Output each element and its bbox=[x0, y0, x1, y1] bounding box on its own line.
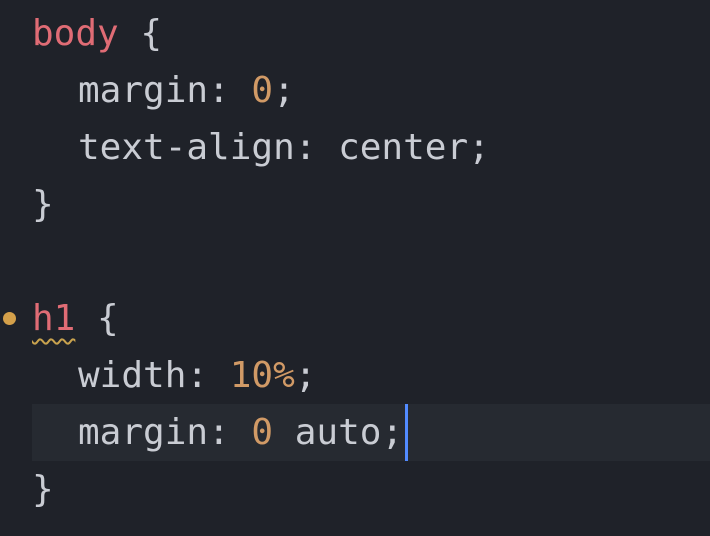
code-line-8-active[interactable]: margin: 0 auto; bbox=[32, 404, 710, 461]
open-brace: { bbox=[75, 298, 119, 339]
property-width: width: bbox=[78, 355, 230, 396]
code-line-2[interactable]: margin: 0; bbox=[0, 62, 710, 119]
selector-h1: h1 bbox=[32, 298, 76, 339]
code-line-6[interactable]: h1 { bbox=[0, 290, 710, 347]
value-number: 0 bbox=[251, 412, 274, 453]
value-percent: 10% bbox=[229, 355, 295, 396]
open-brace: { bbox=[118, 13, 163, 54]
value-keyword: auto bbox=[273, 412, 382, 453]
close-brace: } bbox=[32, 184, 54, 225]
code-line-5[interactable] bbox=[0, 233, 710, 290]
value-number: 0 bbox=[251, 70, 274, 111]
text-cursor bbox=[405, 404, 409, 461]
semicolon: ; bbox=[381, 412, 404, 453]
code-line-7[interactable]: width: 10%; bbox=[0, 347, 710, 404]
code-line-4[interactable]: } bbox=[0, 176, 710, 233]
code-line-1[interactable]: body { bbox=[0, 5, 710, 62]
code-line-3[interactable]: text-align: center; bbox=[0, 119, 710, 176]
property-text-align: text-align: center bbox=[78, 127, 469, 168]
code-editor[interactable]: body { margin: 0; text-align: center; } … bbox=[0, 0, 710, 536]
close-brace: } bbox=[32, 469, 54, 510]
selector-body: body bbox=[32, 13, 119, 54]
semicolon: ; bbox=[468, 127, 490, 168]
semicolon: ; bbox=[294, 355, 317, 396]
semicolon: ; bbox=[273, 70, 295, 111]
code-line-9[interactable]: } bbox=[0, 461, 710, 518]
property-margin: margin: bbox=[78, 412, 252, 453]
property-margin: margin: bbox=[78, 70, 252, 111]
